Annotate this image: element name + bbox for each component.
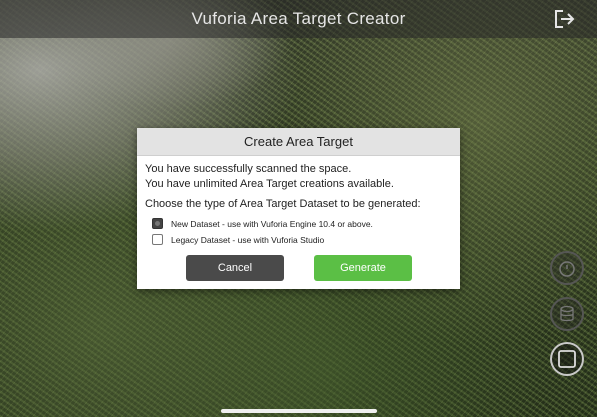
success-message: You have successfully scanned the space. xyxy=(145,163,352,175)
generate-button[interactable]: Generate xyxy=(314,255,412,281)
cancel-button[interactable]: Cancel xyxy=(186,255,284,281)
stop-button[interactable] xyxy=(550,342,584,376)
legacy-dataset-label: Legacy Dataset - use with Vuforia Studio xyxy=(171,234,325,245)
exit-button[interactable] xyxy=(553,8,577,30)
app-title: Vuforia Area Target Creator xyxy=(191,9,406,28)
new-dataset-label: New Dataset - use with Vuforia Engine 10… xyxy=(171,218,373,229)
top-bar: Vuforia Area Target Creator xyxy=(0,0,597,38)
timer-button[interactable] xyxy=(550,251,584,285)
new-dataset-radio[interactable] xyxy=(152,218,163,229)
creations-message: You have unlimited Area Target creations… xyxy=(145,178,394,190)
exit-icon xyxy=(553,10,577,34)
create-area-target-dialog: Create Area Target You have successfully… xyxy=(137,128,460,289)
legacy-dataset-radio[interactable] xyxy=(152,234,163,245)
home-indicator[interactable] xyxy=(221,409,377,413)
dataset-button[interactable] xyxy=(550,297,584,331)
dialog-title: Create Area Target xyxy=(137,128,460,156)
dataset-prompt: Choose the type of Area Target Dataset t… xyxy=(145,198,421,210)
option-new-dataset[interactable]: New Dataset - use with Vuforia Engine 10… xyxy=(152,217,373,230)
option-legacy-dataset[interactable]: Legacy Dataset - use with Vuforia Studio xyxy=(152,233,324,246)
